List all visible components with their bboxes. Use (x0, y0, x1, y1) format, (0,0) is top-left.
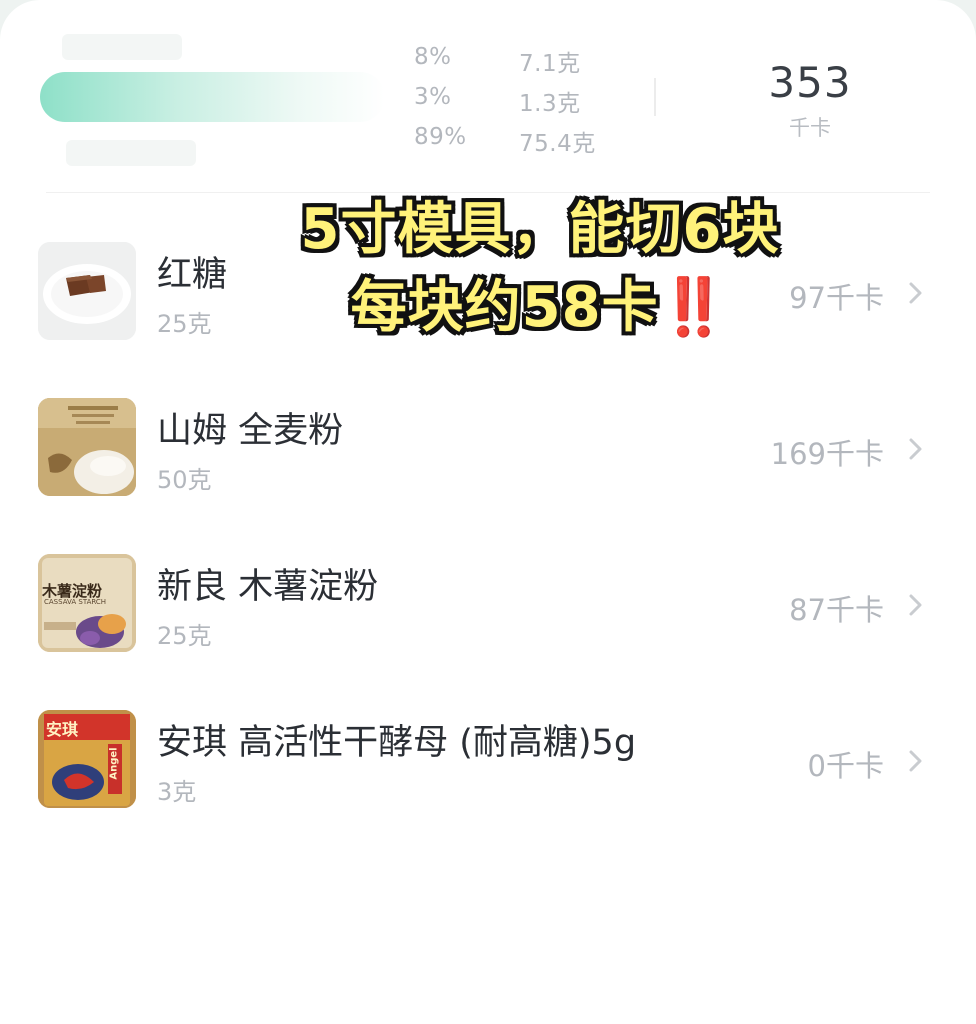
food-name: 新良 木薯淀粉 (157, 567, 379, 607)
chevron-right-icon (909, 438, 922, 460)
yeast-packet-photo: 安琪 Angel (38, 710, 136, 808)
protein-percent: 8% (414, 44, 452, 70)
brown-sugar-photo (38, 242, 136, 340)
food-weight: 25克 (157, 310, 212, 338)
blurred-label (66, 140, 196, 166)
divider (654, 78, 656, 116)
carb-grams: 75.4克 (519, 131, 596, 157)
food-item-tapioca-starch[interactable]: 木薯淀粉 CASSAVA STARCH 新良 木薯淀粉 25克 87千卡 (0, 554, 976, 674)
macro-progress-bar (40, 72, 385, 122)
food-item-yeast[interactable]: 安琪 Angel 安琪 高活性干酵母 (耐高糖)5g 3克 0千卡 (0, 710, 976, 830)
food-calories: 87千卡 (789, 593, 884, 627)
overlay-caption-text: 每块约58卡 (350, 275, 659, 340)
blurred-label (62, 34, 182, 60)
thumb-text: 安琪 (46, 720, 79, 739)
whole-wheat-flour-photo (38, 398, 136, 496)
carb-percent: 89% (414, 124, 467, 150)
thumb-text: CASSAVA STARCH (44, 598, 107, 606)
protein-grams: 7.1克 (519, 51, 581, 77)
tapioca-starch-photo: 木薯淀粉 CASSAVA STARCH (38, 554, 136, 652)
thumb-text: Angel (108, 747, 120, 780)
overlay-caption-line1: 5寸模具，能切6块 (300, 197, 780, 262)
food-weight: 50克 (157, 466, 212, 494)
fat-percent: 3% (414, 84, 452, 110)
food-name: 红糖 (157, 255, 228, 295)
food-name: 安琪 高活性干酵母 (耐高糖)5g (157, 723, 637, 763)
chevron-right-icon (909, 282, 922, 304)
food-calories: 0千卡 (807, 749, 884, 783)
food-weight: 3克 (157, 778, 197, 806)
sheet: 8% 7.1克 3% 1.3克 89% 75.4克 353 千卡 红糖 25克 … (0, 0, 976, 1024)
total-calories: 353 (768, 58, 852, 107)
food-item-whole-wheat-flour[interactable]: 山姆 全麦粉 50克 169千卡 (0, 398, 976, 518)
chevron-right-icon (909, 594, 922, 616)
food-calories: 169千卡 (770, 437, 884, 471)
food-weight: 25克 (157, 622, 212, 650)
total-calories-unit: 千卡 (789, 116, 831, 140)
fat-grams: 1.3克 (519, 91, 581, 117)
food-name: 山姆 全麦粉 (157, 411, 344, 451)
overlay-caption-line2: 每块约58卡‼️ (290, 262, 790, 343)
chevron-right-icon (909, 750, 922, 772)
nutrition-summary: 8% 7.1克 3% 1.3克 89% 75.4克 353 千卡 (0, 0, 976, 195)
food-calories: 97千卡 (789, 281, 884, 315)
double-exclamation-icon: ‼️ (658, 275, 730, 340)
